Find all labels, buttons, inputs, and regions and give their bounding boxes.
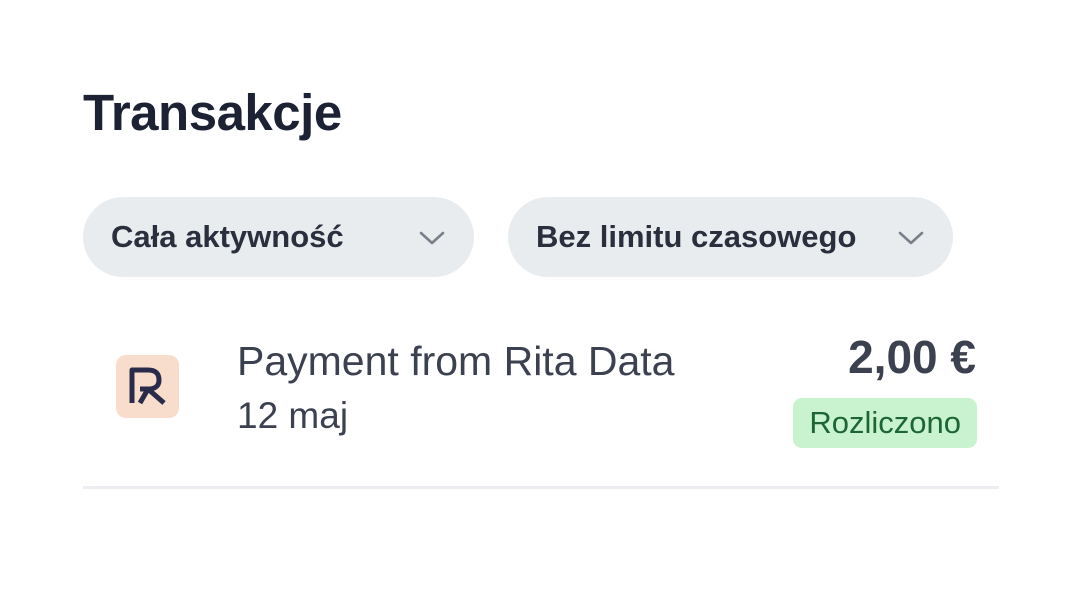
chevron-down-icon	[419, 231, 445, 245]
activity-filter-label: Cała aktywność	[111, 219, 344, 254]
time-filter-dropdown[interactable]: Bez limitu czasowego	[508, 197, 953, 277]
time-filter-label: Bez limitu czasowego	[536, 219, 857, 254]
transaction-date: 12 maj	[237, 395, 349, 436]
chevron-down-icon	[898, 231, 924, 245]
transaction-amount: 2,00 €	[848, 331, 976, 383]
page-title: Transakcje	[83, 84, 342, 141]
status-badge: Rozliczono	[793, 398, 977, 448]
activity-filter-dropdown[interactable]: Cała aktywność	[83, 197, 474, 277]
divider	[83, 486, 999, 489]
merchant-logo-icon	[116, 355, 179, 418]
transaction-name: Payment from Rita Data	[237, 338, 675, 384]
transactions-page: Transakcje Cała aktywność Bez limitu cza…	[0, 0, 1080, 599]
filter-bar: Cała aktywność Bez limitu czasowego	[83, 197, 953, 277]
transaction-row[interactable]: Payment from Rita Data 12 maj 2,00 € Roz…	[83, 318, 999, 488]
